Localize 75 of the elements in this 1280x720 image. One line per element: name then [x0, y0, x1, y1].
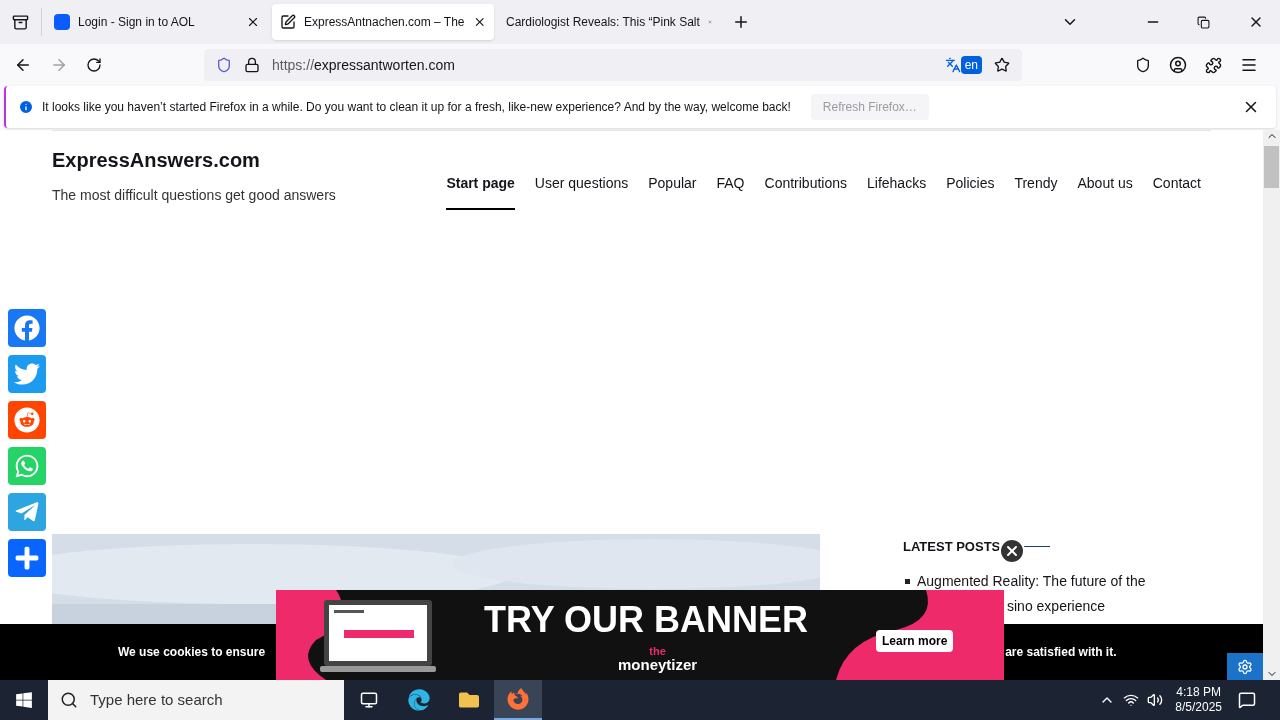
menu-icon[interactable]: [1240, 56, 1258, 74]
taskbar-time: 4:18 PM: [1176, 685, 1221, 700]
more-icon: [14, 545, 40, 571]
close-tab-icon[interactable]: [246, 15, 260, 29]
browser-tab[interactable]: Cardiologist Reveals: This “Pink Salt: [498, 4, 720, 40]
moneytizer-logo: the moneytizer: [618, 646, 698, 672]
tab-list-icon[interactable]: [12, 13, 29, 31]
cookie-text: We use cookies to ensure: [118, 644, 266, 661]
telegram-share-button[interactable]: [8, 493, 46, 531]
facebook-icon: [14, 315, 40, 341]
network-icon[interactable]: [1123, 692, 1140, 708]
notification-message: It looks like you haven’t started Firefox in a while. Do you want to clean it up for a fresh, like-new experience? And by the way, welcome back!: [42, 99, 791, 116]
language-badge[interactable]: en: [960, 56, 982, 74]
edge-icon[interactable]: [408, 689, 430, 711]
post-link[interactable]: Augmented Reality: The future of the: [917, 570, 1146, 592]
new-tab-icon[interactable]: [732, 13, 750, 31]
whatsapp-icon: [14, 453, 40, 479]
start-icon[interactable]: [15, 691, 33, 709]
account-icon[interactable]: [1169, 56, 1187, 74]
volume-icon[interactable]: [1147, 692, 1164, 708]
settings-icon: [1237, 658, 1253, 675]
site-tagline: The most difficult questions get good answers: [52, 186, 336, 205]
nav-link[interactable]: Trendy: [1014, 173, 1058, 210]
address-bar[interactable]: https://expressantworten.com en: [204, 49, 1022, 81]
restore-icon[interactable]: [1197, 15, 1210, 29]
cookie-settings-button[interactable]: [1227, 653, 1263, 680]
section-heading: LATEST POSTS: [903, 538, 1001, 556]
file-explorer-icon[interactable]: [459, 690, 479, 710]
nav-link[interactable]: About us: [1077, 173, 1133, 210]
shield-icon[interactable]: [216, 57, 232, 73]
reddit-share-button[interactable]: [8, 401, 46, 439]
banner-headline: TRY OUR BANNER: [484, 602, 809, 638]
close-icon: [1004, 543, 1020, 559]
translate-icon[interactable]: [944, 57, 961, 73]
site-title[interactable]: ExpressAnswers.com: [52, 145, 336, 175]
taskbar-search-field[interactable]: Type here to search: [48, 680, 344, 720]
nav-link[interactable]: User questions: [534, 173, 629, 210]
cookie-text: are satisfied with it.: [1005, 644, 1117, 661]
nav-link[interactable]: Start page: [446, 173, 515, 210]
browser-tab[interactable]: ExpressAntnachen.com – The: [272, 4, 494, 40]
twitter-icon: [14, 361, 40, 387]
favicon-icon: [54, 14, 70, 30]
taskbar-date: 8/5/2025: [1175, 700, 1222, 715]
url-text: https://expressantworten.com: [272, 55, 456, 75]
tab-title: Cardiologist Reveals: This “Pink Salt: [506, 14, 700, 31]
browser-tab[interactable]: Login - Sign in to AOL: [46, 4, 268, 40]
scrollbar[interactable]: [1263, 130, 1280, 680]
reddit-icon: [14, 407, 40, 433]
close-ad-button[interactable]: [999, 538, 1025, 564]
more-share-button[interactable]: [8, 539, 46, 577]
nav-link[interactable]: FAQ: [716, 173, 745, 210]
nav-link[interactable]: Policies: [946, 173, 995, 210]
firefox-icon[interactable]: [507, 688, 529, 710]
twitter-share-button[interactable]: [8, 355, 46, 393]
scrollbar-thumb[interactable]: [1264, 146, 1279, 188]
reload-icon[interactable]: [86, 57, 102, 73]
banner-ad[interactable]: TRY OUR BANNER Learn more the moneytizer: [276, 590, 1004, 680]
tab-title: ExpressAntnachen.com – The: [304, 14, 465, 31]
post-link[interactable]: sino experience: [1007, 595, 1146, 617]
nav-link[interactable]: Contributions: [764, 173, 847, 210]
nav-link[interactable]: Popular: [648, 173, 697, 210]
search-icon: [60, 691, 78, 709]
back-icon[interactable]: [14, 56, 32, 74]
lock-icon[interactable]: [244, 57, 260, 73]
facebook-share-button[interactable]: [8, 309, 46, 347]
notifications-icon[interactable]: [1238, 691, 1256, 709]
edit-icon: [280, 14, 296, 30]
tab-title: Login - Sign in to AOL: [78, 14, 196, 31]
extensions-icon[interactable]: [1205, 56, 1222, 74]
bullet-icon: [905, 578, 910, 584]
learn-more-button[interactable]: Learn more: [876, 630, 954, 652]
bookmark-star-icon[interactable]: [994, 57, 1010, 73]
info-icon: [18, 99, 34, 115]
nav-link[interactable]: Contact: [1152, 173, 1201, 210]
nav-link[interactable]: Lifehacks: [867, 173, 927, 210]
